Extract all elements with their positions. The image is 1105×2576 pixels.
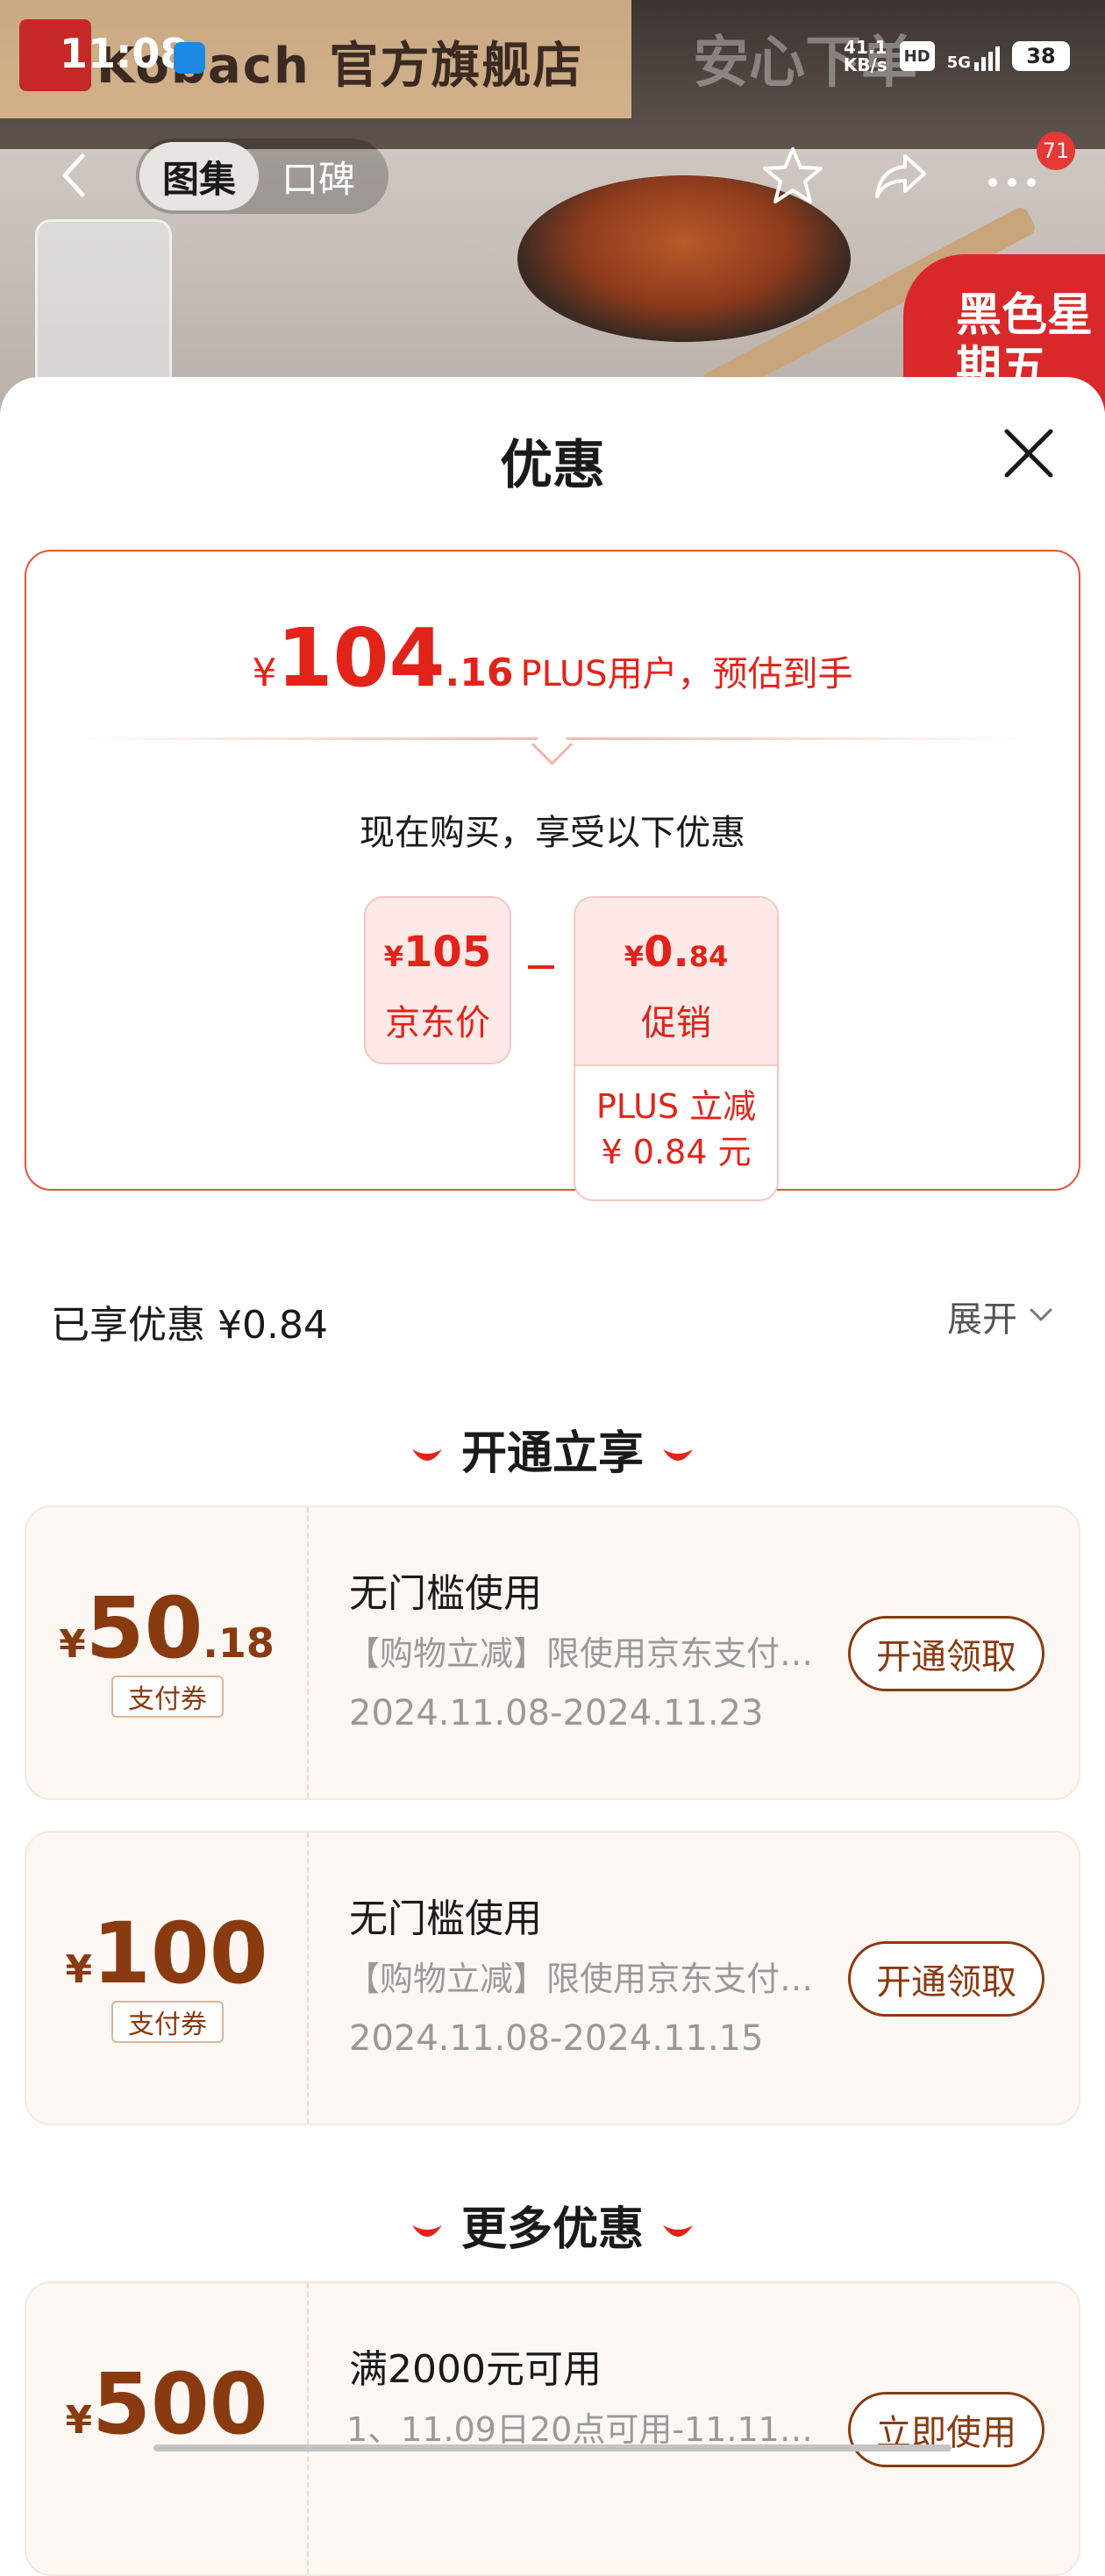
section-open-now: 开通立享 [0, 1416, 1105, 1482]
coupon-card: ¥500 满2000元可用 1、11.09日20点可用-11.11… 立即使用 [25, 2281, 1080, 2576]
tab-gallery[interactable]: 图集 [139, 142, 260, 210]
coupon-amount: ¥500 [26, 2355, 307, 2453]
section-more-offers: 更多优惠 [0, 2192, 1105, 2258]
promo-value: 0. [644, 928, 689, 977]
use-now-button[interactable]: 立即使用 [848, 2392, 1044, 2467]
promo-detail: PLUS 立减 ¥ 0.84 元 [575, 1084, 777, 1175]
network-speed: 41.1 KB/s [844, 39, 888, 74]
signal-icon: 5G [947, 41, 1000, 71]
estimated-price: ¥104.16 PLUS用户，预估到手 [26, 611, 1079, 705]
buy-now-text: 现在购买，享受以下优惠 [360, 813, 745, 853]
minus-icon [528, 965, 554, 969]
coupon-date: 2024.11.08-2024.11.23 [349, 1693, 764, 1733]
coupon-card: ¥50.18 支付券 无门槛使用 【购物立减】限使用京东支付… 2024.11.… [25, 1505, 1080, 1800]
network-speed-value: 41.1 [844, 37, 888, 58]
coupon-card: ¥100 支付券 无门槛使用 【购物立减】限使用京东支付… 2024.11.08… [25, 1831, 1080, 2125]
coupon-amount: ¥50.18 [26, 1579, 307, 1677]
price-currency: ¥ [252, 651, 277, 695]
tab-reviews[interactable]: 口碑 [259, 142, 378, 210]
status-icons: 41.1 KB/s HD 5G 38 [844, 39, 1070, 74]
coupon-decimal: .18 [203, 1619, 274, 1667]
coupon-currency: ¥ [65, 1947, 93, 1992]
more-icon[interactable] [980, 144, 1044, 207]
promo-chip-top: ¥0.84 促销 [575, 898, 777, 1066]
home-indicator[interactable] [153, 2444, 952, 2451]
jd-price-label: 京东价 [385, 1003, 490, 1043]
price-label: PLUS用户，预估到手 [520, 654, 853, 694]
jd-price-chip: ¥105 京东价 [364, 896, 511, 1064]
coupon-currency: ¥ [65, 2398, 93, 2443]
promo-detail-line1: PLUS 立减 [595, 1087, 757, 1126]
smile-deco-icon [663, 2225, 693, 2237]
coupon-desc: 【购物立减】限使用京东支付… [346, 1960, 814, 1998]
smile-deco-icon [411, 2225, 442, 2237]
section-open-now-title: 开通立享 [460, 1427, 644, 1480]
coupon-integer: 500 [92, 2355, 268, 2453]
jd-price-amount: ¥105 [366, 928, 510, 977]
coupon-currency: ¥ [59, 1622, 86, 1667]
coupon-title: 无门槛使用 [349, 1571, 542, 1616]
coupon-amount: ¥100 [26, 1904, 307, 2003]
jd-price-currency: ¥ [383, 940, 404, 973]
coupon-date: 2024.11.08-2024.11.15 [349, 2018, 764, 2059]
coupon-value-area: ¥100 支付券 [26, 1832, 309, 2124]
sheet-title: 优惠 [500, 435, 605, 496]
promo-currency: ¥ [624, 940, 645, 973]
promo-label: 促销 [641, 1003, 711, 1043]
promo-chip: ¥0.84 促销 PLUS 立减 ¥ 0.84 元 [574, 896, 779, 1201]
open-claim-button[interactable]: 开通领取 [848, 1616, 1044, 1691]
status-time: 11:08 [60, 30, 189, 77]
divider-notch-icon [531, 724, 573, 765]
coupon-value-area: ¥50.18 支付券 [26, 1507, 309, 1798]
smile-deco-icon [411, 1449, 442, 1461]
coupon-title: 满2000元可用 [349, 2347, 602, 2392]
coupon-desc: 【购物立减】限使用京东支付… [346, 1634, 814, 1673]
coupon-integer: 100 [92, 1904, 268, 2003]
close-icon[interactable] [1002, 426, 1056, 480]
coupon-title: 无门槛使用 [349, 1896, 542, 1941]
section-more-offers-title: 更多优惠 [460, 2203, 644, 2256]
jd-price-value: 105 [403, 928, 492, 977]
gallery-tabs: 图集 口碑 [136, 139, 389, 214]
back-arrow-icon[interactable] [51, 149, 103, 202]
expand-button[interactable]: 展开 [947, 1291, 1017, 1341]
promo-amount: ¥0.84 [575, 928, 777, 977]
battery-icon: 38 [1012, 41, 1070, 71]
star-icon[interactable] [761, 144, 824, 207]
enjoyed-discount: 已享优惠 ¥0.84 [51, 1303, 328, 1348]
app-notification-icon [174, 42, 205, 74]
coupon-tag: 支付券 [111, 2001, 224, 2043]
coupon-integer: 50 [85, 1579, 203, 1677]
share-icon[interactable] [870, 144, 933, 207]
estimated-price-card: ¥104.16 PLUS用户，预估到手 现在购买，享受以下优惠 ¥105 京东价 … [25, 550, 1080, 1201]
price-integer: 104 [276, 611, 446, 705]
discount-sheet: 优惠 ¥104.16 PLUS用户，预估到手 现在购买，享受以下优惠 ¥105 京… [0, 377, 1105, 2576]
promo-decimal: 84 [688, 940, 729, 973]
price-decimal: .16 [445, 651, 514, 695]
promo-detail-line2: ¥ 0.84 元 [601, 1133, 752, 1171]
more-badge: 71 [1037, 132, 1075, 170]
status-bar: 11:08 41.1 KB/s HD 5G 38 [0, 0, 1105, 118]
hd-icon: HD [899, 41, 935, 71]
network-speed-unit: KB/s [843, 54, 888, 75]
smile-deco-icon [663, 1449, 693, 1461]
nav-bar: 图集 口碑 [0, 132, 1105, 219]
coupon-desc: 1、11.09日20点可用-11.11… [346, 2410, 813, 2449]
coupon-value-area: ¥500 [26, 2283, 309, 2574]
coupon-tag: 支付券 [111, 1676, 224, 1718]
network-type: 5G [946, 53, 971, 72]
open-claim-button[interactable]: 开通领取 [848, 1941, 1044, 2017]
chevron-down-icon[interactable] [1028, 1306, 1054, 1324]
